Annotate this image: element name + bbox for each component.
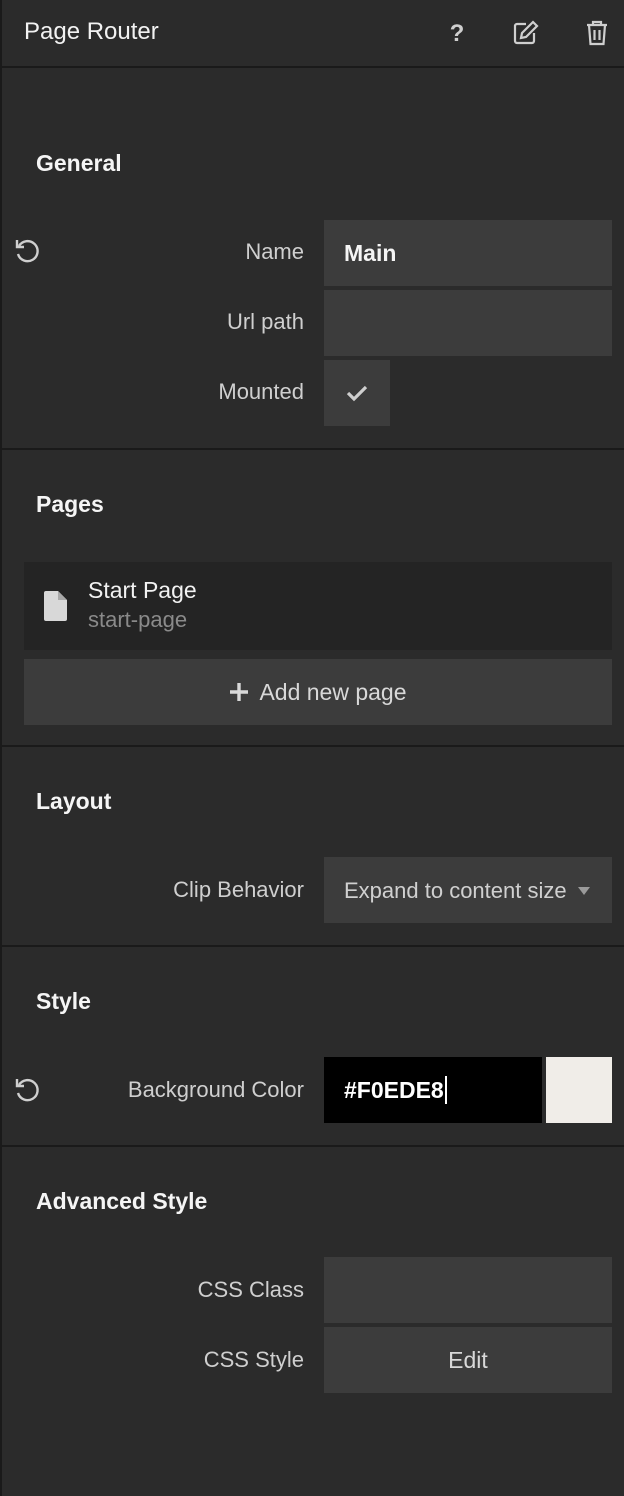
file-icon [44,591,67,621]
add-new-page-label: Add new page [259,678,407,705]
reset-name-icon[interactable] [12,236,42,266]
advanced-style-section: Advanced Style CSS Class CSS Style Edit [2,1147,624,1496]
name-label: Name [245,239,304,264]
background-color-value: #F0EDE8 [344,1076,444,1103]
page-item-slug: start-page [88,607,188,632]
url-path-label: Url path [226,309,304,334]
general-title: General [36,150,122,176]
layout-section: Layout Clip Behavior Expand to content s… [2,747,624,947]
background-color-input[interactable]: #F0EDE8 [324,1057,542,1123]
svg-text:?: ? [450,20,465,46]
background-color-label: Background Color [127,1077,304,1102]
clip-behavior-label: Clip Behavior [173,877,304,902]
css-class-input[interactable] [324,1257,612,1323]
panel-header: Page Router ? [2,0,624,68]
text-cursor [444,1076,447,1104]
pages-title: Pages [36,491,104,517]
chevron-down-icon [578,887,590,895]
add-new-page-button[interactable]: Add new page [24,659,612,725]
style-section: Style Background Color #F0EDE8 [2,947,624,1147]
name-input[interactable]: Main [324,220,612,286]
help-icon[interactable]: ? [442,16,472,50]
edit-icon[interactable] [511,16,541,50]
style-title: Style [36,988,91,1014]
page-item-title: Start Page [88,577,197,603]
general-section: General Name Main Url path Mounted [2,68,624,450]
pages-section: Pages Start Page start-page Add new page [2,450,624,747]
css-style-label: CSS Style [203,1347,304,1372]
properties-panel: Page Router ? General Name Main Url path… [0,0,624,1496]
css-class-label: CSS Class [197,1277,304,1302]
trash-icon[interactable] [582,16,612,50]
clip-behavior-value: Expand to content size [344,878,567,903]
mounted-checkbox[interactable] [324,360,390,426]
reset-background-icon[interactable] [12,1075,42,1105]
url-path-input[interactable] [324,290,612,356]
css-style-edit-button[interactable]: Edit [324,1327,612,1393]
check-icon [346,385,368,402]
page-item-start-page[interactable]: Start Page start-page [24,562,612,650]
clip-behavior-select[interactable]: Expand to content size [324,857,612,923]
color-swatch[interactable] [546,1057,612,1123]
plus-icon [230,683,249,701]
mounted-label: Mounted [218,379,304,404]
advanced-style-title: Advanced Style [36,1188,208,1214]
panel-title: Page Router [24,18,159,45]
layout-title: Layout [36,788,112,814]
